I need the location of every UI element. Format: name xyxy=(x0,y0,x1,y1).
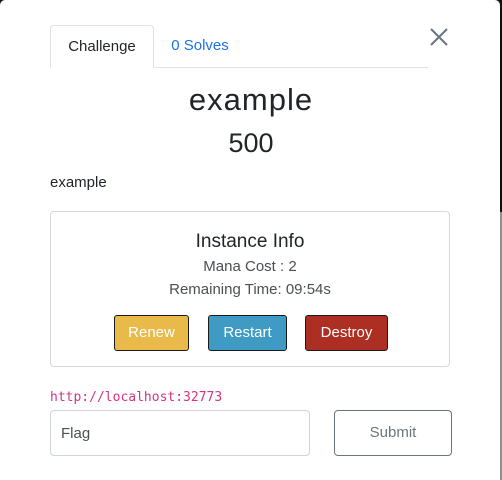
instance-info-card: Instance Info Mana Cost : 2 Remaining Ti… xyxy=(50,211,450,367)
submit-button[interactable]: Submit xyxy=(334,410,452,456)
tab-solves[interactable]: 0 Solves xyxy=(154,25,246,66)
challenge-modal: Challenge 0 Solves example 500 example I… xyxy=(0,0,500,480)
instance-url[interactable]: http://localhost:32773 xyxy=(50,390,222,405)
instance-info-title: Instance Info xyxy=(195,231,305,252)
challenge-description: example xyxy=(50,174,107,191)
restart-button[interactable]: Restart xyxy=(208,315,287,351)
renew-button[interactable]: Renew xyxy=(114,315,189,351)
tab-challenge[interactable]: Challenge xyxy=(50,25,154,68)
destroy-button[interactable]: Destroy xyxy=(305,315,388,351)
flag-input[interactable] xyxy=(50,410,310,456)
challenge-points: 500 xyxy=(228,128,274,158)
modal-tabs: Challenge 0 Solves xyxy=(50,25,428,68)
mana-cost: Mana Cost : 2 xyxy=(203,258,297,275)
remaining-time: Remaining Time: 09:54s xyxy=(169,281,331,298)
close-button[interactable] xyxy=(428,26,450,48)
challenge-title: example xyxy=(188,82,314,117)
close-icon xyxy=(430,28,448,46)
